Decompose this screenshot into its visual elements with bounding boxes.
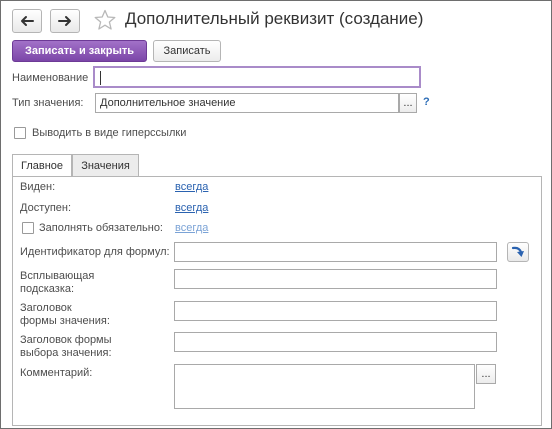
- star-outline-icon: [94, 9, 116, 30]
- help-link[interactable]: ?: [423, 96, 430, 108]
- hyperlink-checkbox[interactable]: [14, 127, 26, 139]
- tab-values[interactable]: Значения: [72, 154, 139, 176]
- available-label: Доступен:: [20, 202, 72, 214]
- save-and-close-button[interactable]: Записать и закрыть: [12, 40, 147, 62]
- type-field[interactable]: Дополнительное значение: [95, 93, 399, 113]
- type-value: Дополнительное значение: [100, 97, 236, 109]
- tooltip-label-line-1: Всплывающая: [20, 270, 95, 282]
- form-window: Дополнительный реквизит (создание) Запис…: [0, 0, 552, 429]
- refresh-arrow-icon: [511, 246, 524, 257]
- visible-label: Виден:: [20, 181, 56, 193]
- name-input[interactable]: [93, 66, 421, 88]
- required-link[interactable]: всегда: [175, 222, 208, 234]
- text-caret: [100, 71, 101, 85]
- tab-main[interactable]: Главное: [12, 154, 72, 177]
- comment-label: Комментарий:: [20, 367, 93, 379]
- hyperlink-label: Выводить в виде гиперссылки: [32, 127, 187, 139]
- available-link[interactable]: всегда: [175, 202, 208, 214]
- type-label: Тип значения:: [12, 97, 84, 109]
- page-title: Дополнительный реквизит (создание): [125, 9, 424, 28]
- back-button[interactable]: [12, 9, 42, 33]
- value-form-title-label-line-1: Заголовок: [20, 302, 72, 314]
- arrow-right-icon: [58, 16, 71, 26]
- name-label: Наименование: [12, 72, 89, 84]
- tooltip-input[interactable]: [174, 269, 497, 289]
- required-checkbox[interactable]: [22, 222, 34, 234]
- choice-form-title-input[interactable]: [174, 332, 497, 352]
- required-label: Заполнять обязательно:: [39, 222, 163, 234]
- comment-textarea[interactable]: [174, 364, 475, 409]
- arrow-left-icon: [21, 16, 34, 26]
- generate-id-button[interactable]: [507, 242, 529, 262]
- tooltip-label-line-2: подсказка:: [20, 283, 75, 295]
- favorite-star-button[interactable]: [93, 8, 117, 32]
- forward-button[interactable]: [50, 9, 80, 33]
- formula-id-input[interactable]: [174, 242, 497, 262]
- value-form-title-input[interactable]: [174, 301, 497, 321]
- save-button[interactable]: Записать: [153, 40, 221, 62]
- formula-id-label: Идентификатор для формул:: [20, 246, 170, 258]
- choice-form-title-label-line-1: Заголовок формы: [20, 334, 112, 346]
- type-select-button[interactable]: ...: [399, 93, 417, 113]
- value-form-title-label-line-2: формы значения:: [20, 315, 110, 327]
- comment-expand-button[interactable]: ...: [476, 364, 496, 384]
- choice-form-title-label-line-2: выбора значения:: [20, 347, 112, 359]
- visible-link[interactable]: всегда: [175, 181, 208, 193]
